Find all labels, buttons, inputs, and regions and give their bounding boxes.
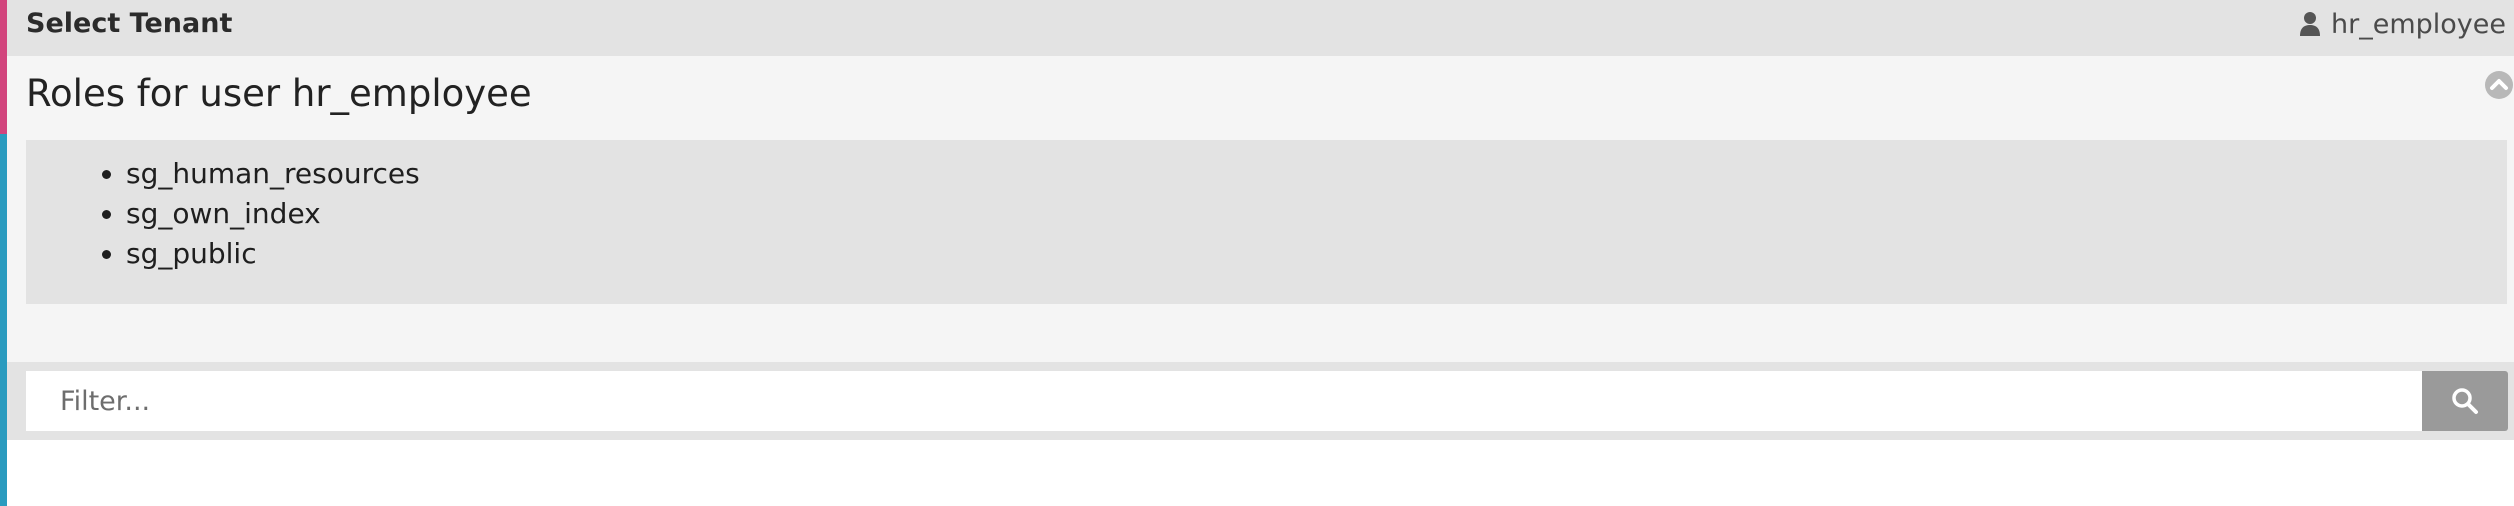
role-item: sg_public — [126, 234, 420, 274]
search-button[interactable] — [2422, 371, 2508, 431]
username-label: hr_employee — [2331, 8, 2506, 40]
roles-panel: Roles for user hr_employee sg_human_reso… — [7, 56, 2514, 362]
accent-bar-top — [0, 0, 7, 134]
filter-bar — [7, 362, 2514, 440]
roles-panel-title: Roles for user hr_employee — [26, 72, 532, 115]
role-item: sg_human_resources — [126, 154, 420, 194]
user-icon — [2300, 12, 2320, 36]
accent-bar-bottom — [0, 134, 7, 506]
header-bar: Select Tenant hr_employee — [7, 0, 2514, 56]
roles-list: sg_human_resources sg_own_index sg_publi… — [26, 154, 420, 274]
current-user[interactable]: hr_employee — [2299, 8, 2506, 40]
select-tenant-title[interactable]: Select Tenant — [26, 8, 232, 40]
role-item: sg_own_index — [126, 194, 420, 234]
roles-list-box: sg_human_resources sg_own_index sg_publi… — [26, 140, 2507, 304]
chevron-up-circle-icon[interactable] — [2484, 70, 2514, 100]
filter-input[interactable] — [26, 371, 2422, 431]
search-icon — [2452, 388, 2478, 414]
app-root: Select Tenant hr_employee Roles for user… — [0, 0, 2514, 506]
